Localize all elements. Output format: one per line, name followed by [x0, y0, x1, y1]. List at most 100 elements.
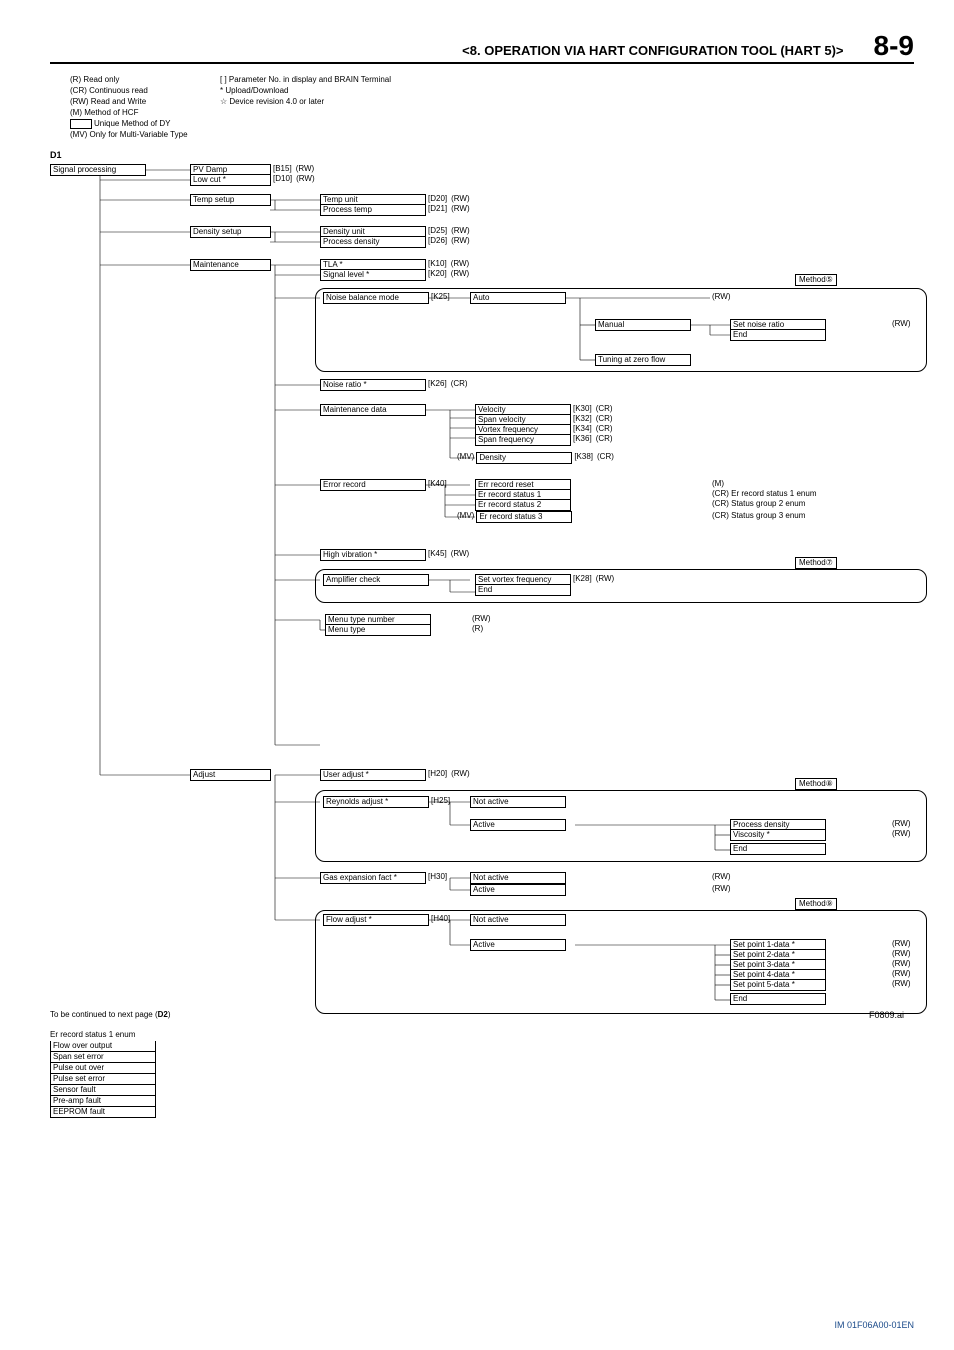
legend-star: * Upload/Download	[220, 85, 391, 96]
md-den-attr: (CR)	[597, 452, 614, 462]
md-vf-code: [K34]	[573, 424, 592, 434]
noise-ratio: Noise ratio *	[320, 379, 426, 391]
tree-diagram: Signal processing PV Damp[B15](RW) Low c…	[50, 160, 914, 1040]
gef-code: [H30]	[428, 872, 447, 882]
low-cut: Low cut *	[190, 174, 271, 186]
legend-bracket: [ ] Parameter No. in display and BRAIN T…	[220, 74, 391, 85]
footer-doc-id: IM 01F06A00-01EN	[834, 1320, 914, 1330]
flow-adjust: Flow adjust *	[323, 914, 429, 926]
enum-table: Er record status 1 enum Flow over output…	[50, 1030, 156, 1118]
rey-code: [H25]	[431, 796, 450, 806]
enum-title: Er record status 1 enum	[50, 1030, 156, 1040]
legend-m: (M) Method of HCF	[70, 107, 188, 118]
root: Signal processing	[50, 164, 146, 176]
nbm-end: End	[730, 329, 826, 341]
figure-ref: F0809.ai	[869, 1010, 904, 1020]
section-d1: D1	[50, 150, 914, 160]
md-density: Density	[476, 452, 572, 464]
legend-mv: (MV) Only for Multi-Variable Type	[70, 129, 188, 140]
md-den-pre: (MV)	[457, 452, 474, 462]
legend: (R) Read only (CR) Continuous read (RW) …	[70, 74, 914, 142]
pv-damp-attr: (RW)	[296, 164, 315, 174]
err-s3-pre: (MV)	[457, 511, 474, 521]
legend-dy: Unique Method of DY	[94, 119, 171, 128]
sp1-attr: (RW)	[892, 939, 911, 949]
process-temp: Process temp	[320, 204, 426, 216]
md-span-freq: Span frequency	[475, 434, 571, 446]
enum-r4: Pulse set error	[50, 1074, 156, 1085]
pv-damp-code: [B15]	[273, 164, 292, 174]
signal-level: Signal level *	[320, 269, 426, 281]
err-reset-attr: (M)	[712, 479, 724, 489]
tla-attr: (RW)	[451, 259, 470, 269]
temp-unit-code: [D20]	[428, 194, 447, 204]
low-cut-code: [D10]	[273, 174, 292, 184]
user-adjust: User adjust *	[320, 769, 426, 781]
flow-code: [H40]	[431, 914, 450, 924]
continued-note: To be continued to next page (D2)	[50, 1010, 171, 1020]
md-svel-code: [K32]	[573, 414, 592, 424]
noise-ratio-attr: (CR)	[451, 379, 468, 389]
process-density-attr: (RW)	[451, 236, 470, 246]
err-status-3: Er record status 3	[476, 511, 572, 523]
low-cut-attr: (RW)	[296, 174, 315, 184]
legend-cr: (CR) Continuous read	[70, 85, 188, 96]
enum-r3: Pulse out over	[50, 1063, 156, 1074]
method-5: Method⑤	[795, 274, 837, 286]
amplifier-check: Amplifier check	[323, 574, 429, 586]
adjust: Adjust	[190, 769, 271, 781]
nbm-tuning: Tuning at zero flow	[595, 354, 691, 366]
mt-attr: (R)	[472, 624, 483, 634]
enum-r5: Sensor fault	[50, 1085, 156, 1096]
md-vf-attr: (CR)	[596, 424, 613, 434]
section-title: <8. OPERATION VIA HART CONFIGURATION TOO…	[50, 43, 874, 58]
enum-r6: Pre-amp fault	[50, 1096, 156, 1107]
md-svel-attr: (CR)	[596, 414, 613, 424]
error-record: Error record	[320, 479, 426, 491]
gas-expansion-fact: Gas expansion fact *	[320, 872, 426, 884]
amp-end: End	[475, 584, 571, 596]
flow-active: Active	[470, 939, 566, 951]
rey-end: End	[730, 843, 826, 855]
enum-r7: EEPROM fault	[50, 1107, 156, 1118]
md-sf-attr: (CR)	[596, 434, 613, 444]
method-8: Method⑧	[795, 778, 837, 790]
legend-r: (R) Read only	[70, 74, 188, 85]
rey-active: Active	[470, 819, 566, 831]
hv-attr: (RW)	[451, 549, 470, 559]
gef-na-attr: (RW)	[712, 872, 731, 882]
sp2-attr: (RW)	[892, 949, 911, 959]
high-vibration: High vibration *	[320, 549, 426, 561]
svf-code: [K28]	[573, 574, 592, 584]
legend-box-icon	[70, 119, 92, 129]
method-7: Method⑦	[795, 557, 837, 569]
md-den-code: [K38]	[574, 452, 593, 462]
density-unit-attr: (RW)	[451, 226, 470, 236]
process-temp-attr: (RW)	[451, 204, 470, 214]
err-s3-attr: (CR) Status group 3 enum	[712, 511, 805, 521]
sp-end: End	[730, 993, 826, 1005]
enum-r1: Flow over output	[50, 1041, 156, 1052]
nbm-code: [K25]	[431, 292, 450, 302]
rey-viscosity: Viscosity *	[730, 829, 826, 841]
process-density: Process density	[320, 236, 426, 248]
gef-a-attr: (RW)	[712, 884, 731, 894]
sp3-attr: (RW)	[892, 959, 911, 969]
menu-type: Menu type	[325, 624, 431, 636]
err-s2-attr: (CR) Status group 2 enum	[712, 499, 805, 509]
page-number: 8-9	[874, 30, 914, 62]
user-adjust-code: [H20]	[428, 769, 447, 779]
hv-code: [K45]	[428, 549, 447, 559]
err-s1-attr: (CR) Er record status 1 enum	[712, 489, 816, 499]
user-adjust-attr: (RW)	[451, 769, 470, 779]
temp-setup: Temp setup	[190, 194, 271, 206]
nbm-auto-attr: (RW)	[712, 292, 731, 302]
nbm-manual: Manual	[595, 319, 691, 331]
svf-attr: (RW)	[596, 574, 615, 584]
process-temp-code: [D21]	[428, 204, 447, 214]
flow-not-active: Not active	[470, 914, 566, 926]
gef-active: Active	[470, 884, 566, 896]
nbm-auto: Auto	[470, 292, 566, 304]
rey-vis-attr: (RW)	[892, 829, 911, 839]
sp5-attr: (RW)	[892, 979, 911, 989]
